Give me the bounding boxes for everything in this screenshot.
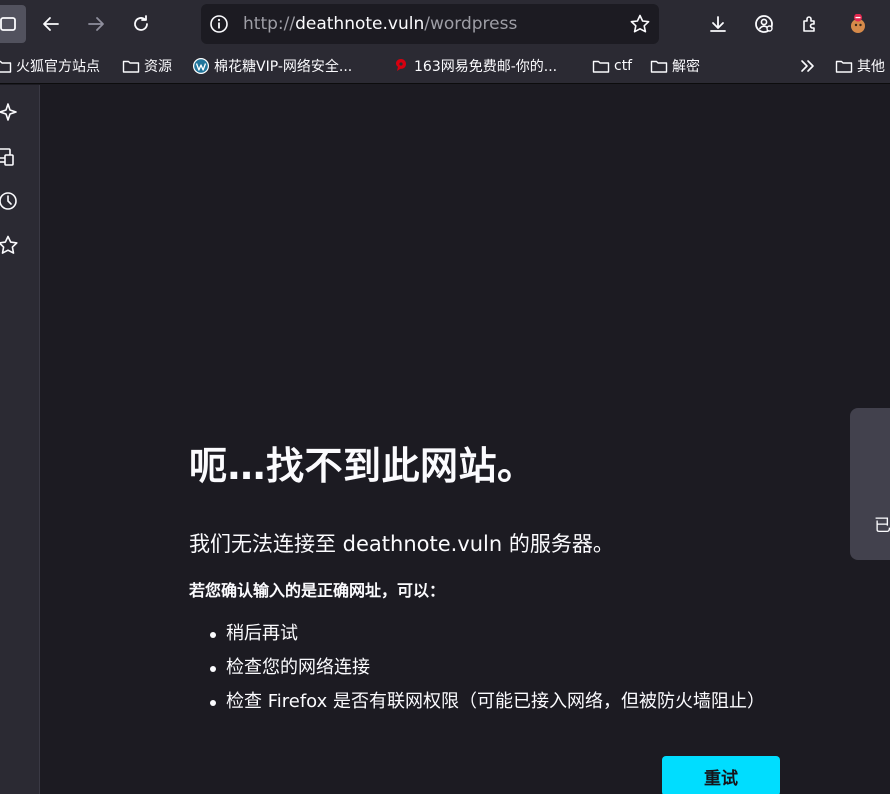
sidebar-toggle-button[interactable] bbox=[0, 5, 26, 43]
sidebar bbox=[0, 85, 40, 794]
synced-tabs-icon[interactable] bbox=[0, 145, 20, 169]
chevron-double-right-icon bbox=[801, 60, 814, 72]
info-icon[interactable] bbox=[209, 14, 229, 34]
reload-icon bbox=[134, 15, 148, 31]
error-title: 呃…找不到此网站。 bbox=[189, 444, 536, 488]
list-item: 检查 Firefox 是否有联网权限（可能已接入网络，但被防火墙阻止） bbox=[208, 685, 765, 719]
forward-button[interactable] bbox=[78, 5, 114, 43]
extension-avatar-button[interactable] bbox=[840, 5, 876, 43]
bookmarks-bar: 火狐官方站点 资源 棉花糖VIP-网络安全... 163网易免费邮-你的... … bbox=[0, 48, 890, 84]
folder-icon bbox=[0, 60, 12, 73]
wordpress-icon bbox=[193, 58, 209, 74]
folder-icon bbox=[835, 60, 853, 73]
url-text[interactable]: http://deathnote.vuln/wordpress bbox=[243, 14, 517, 34]
sidebar-icon bbox=[0, 17, 16, 31]
reload-button[interactable] bbox=[123, 5, 159, 43]
puzzle-icon bbox=[803, 16, 815, 32]
bookmark-star-icon[interactable] bbox=[629, 13, 651, 35]
bookmark-label: 棉花糖VIP-网络安全... bbox=[214, 59, 353, 75]
browser-toolbar: http://deathnote.vuln/wordpress bbox=[0, 0, 890, 48]
url-bar[interactable]: http://deathnote.vuln/wordpress bbox=[201, 4, 659, 44]
bookmark-label: 火狐官方站点 bbox=[16, 59, 100, 75]
notification-text: 已 bbox=[874, 516, 890, 536]
arrow-left-icon bbox=[43, 17, 59, 31]
back-button[interactable] bbox=[33, 5, 69, 43]
bookmarks-overflow-button[interactable] bbox=[799, 56, 821, 76]
netease-icon bbox=[396, 59, 406, 71]
downloads-button[interactable] bbox=[700, 5, 736, 43]
suggestion-list: 稍后再试 检查您的网络连接 检查 Firefox 是否有联网权限（可能已接入网络… bbox=[208, 617, 765, 719]
error-hint: 若您确认输入的是正确网址，可以： bbox=[189, 581, 446, 600]
bookmark-item[interactable]: 棉花糖VIP-网络安全... bbox=[192, 56, 352, 76]
bookmark-label: ctf bbox=[614, 58, 633, 74]
url-host: deathnote.vuln bbox=[295, 14, 425, 34]
bookmark-label: 解密 bbox=[672, 59, 700, 75]
bookmark-item[interactable]: 解密 bbox=[650, 56, 700, 76]
arrow-right-icon bbox=[88, 17, 104, 31]
download-icon bbox=[710, 16, 726, 32]
sparkle-icon[interactable] bbox=[0, 101, 20, 125]
bookmark-item[interactable]: ctf bbox=[592, 56, 632, 76]
bookmarks-star-icon[interactable] bbox=[0, 233, 20, 257]
folder-icon bbox=[592, 60, 610, 73]
notification-panel[interactable]: 已 bbox=[850, 408, 890, 560]
history-icon[interactable] bbox=[0, 189, 20, 213]
bookmark-item[interactable]: 163网易免费邮-你的... bbox=[392, 56, 557, 76]
list-item: 稍后再试 bbox=[208, 617, 765, 651]
url-path: /wordpress bbox=[424, 14, 518, 34]
folder-icon bbox=[122, 60, 140, 73]
bookmark-item[interactable]: 其他 bbox=[835, 56, 885, 76]
extensions-button[interactable] bbox=[792, 5, 828, 43]
error-description: 我们无法连接至 deathnote.vuln 的服务器。 bbox=[189, 532, 614, 556]
account-icon bbox=[755, 15, 773, 33]
account-button[interactable] bbox=[746, 5, 782, 43]
bookmark-item[interactable]: 火狐官方站点 bbox=[0, 56, 100, 76]
url-scheme: http:// bbox=[243, 14, 296, 34]
folder-icon bbox=[650, 60, 668, 73]
list-item: 检查您的网络连接 bbox=[208, 651, 765, 685]
bookmark-label: 其他 bbox=[857, 59, 885, 75]
extension-avatar-icon bbox=[851, 14, 865, 33]
retry-button[interactable]: 重试 bbox=[662, 756, 780, 794]
bookmark-label: 资源 bbox=[144, 59, 172, 75]
error-page: 呃…找不到此网站。 我们无法连接至 deathnote.vuln 的服务器。 若… bbox=[40, 85, 890, 794]
bookmark-item[interactable]: 资源 bbox=[122, 56, 172, 76]
bookmark-label: 163网易免费邮-你的... bbox=[414, 59, 558, 75]
